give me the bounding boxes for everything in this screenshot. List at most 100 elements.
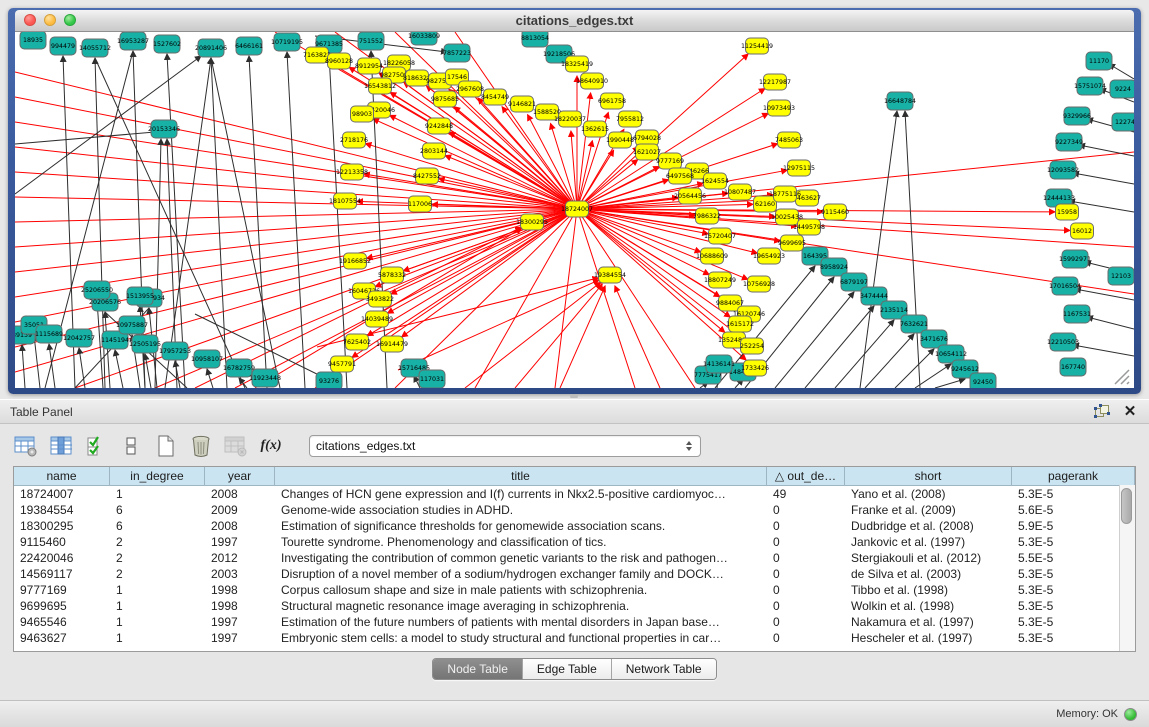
table-cell[interactable]: 2003 [205,566,275,582]
table-cell[interactable]: Disruption of a novel member of a sodium… [275,566,767,582]
new-document-icon[interactable] [153,434,179,458]
column-header-out-degree[interactable]: △ out_de… [767,467,845,485]
table-source-select[interactable]: citations_edges.txt [309,435,701,457]
table-cell[interactable]: 5.3E-5 [1012,630,1135,646]
table-cell[interactable]: Dudbridge et al. (2008) [845,518,1012,534]
column-header-name[interactable]: name [14,467,110,485]
table-cell[interactable]: 9777169 [14,582,110,598]
table-cell[interactable]: Stergiakouli et al. (2012) [845,550,1012,566]
table-row[interactable]: 911546021997Tourette syndrome. Phenomeno… [14,534,1135,550]
table-cell[interactable]: 22420046 [14,550,110,566]
network-window-titlebar[interactable]: citations_edges.txt [15,10,1134,32]
table-row[interactable]: 1872400712008Changes of HCN gene express… [14,486,1135,502]
table-cell[interactable]: 0 [767,502,845,518]
delete-icon[interactable] [188,434,214,458]
table-settings-icon[interactable] [13,434,39,458]
table-cell[interactable]: 9115460 [14,534,110,550]
table-cell[interactable]: 5.3E-5 [1012,614,1135,630]
table-cell[interactable]: de Silva et al. (2003) [845,566,1012,582]
table-cell[interactable]: 0 [767,534,845,550]
table-cell[interactable]: Estimation of significance thresholds fo… [275,518,767,534]
table-cell[interactable]: 5.3E-5 [1012,534,1135,550]
table-cell[interactable]: 49 [767,486,845,502]
table-cell[interactable]: Corpus callosum shape and size in male p… [275,582,767,598]
table-cell[interactable]: Changes of HCN gene expression and I(f) … [275,486,767,502]
table-row[interactable]: 1938455462009Genome-wide association stu… [14,502,1135,518]
table-cell[interactable]: 5.3E-5 [1012,598,1135,614]
table-cell[interactable]: 1997 [205,534,275,550]
table-cell[interactable]: 2008 [205,518,275,534]
table-cell[interactable]: 5.3E-5 [1012,582,1135,598]
table-cell[interactable]: Structural magnetic resonance image aver… [275,598,767,614]
float-panel-icon[interactable] [1093,404,1111,420]
column-header-short[interactable]: short [845,467,1012,485]
table-cell[interactable]: 1 [110,486,205,502]
table-cell[interactable]: Yano et al. (2008) [845,486,1012,502]
tab-edge-table[interactable]: Edge Table [523,659,612,679]
table-cell[interactable]: Estimation of the future numbers of pati… [275,614,767,630]
table-cell[interactable]: 0 [767,614,845,630]
table-cell[interactable]: 5.9E-5 [1012,518,1135,534]
close-panel-icon[interactable]: ✕ [1121,404,1139,420]
table-cell[interactable]: 5.3E-5 [1012,486,1135,502]
table-cell[interactable]: 0 [767,582,845,598]
table-cell[interactable]: 0 [767,630,845,646]
table-row[interactable]: 2242004622012Investigating the contribut… [14,550,1135,566]
rows-icon[interactable] [118,434,144,458]
column-header-title[interactable]: title [275,467,767,485]
table-cell[interactable]: 1 [110,614,205,630]
table-cell[interactable]: 5.3E-5 [1012,566,1135,582]
minimize-window-button[interactable] [44,14,56,26]
table-cell[interactable]: 2012 [205,550,275,566]
table-cell[interactable]: 0 [767,550,845,566]
table-cell[interactable]: 14569117 [14,566,110,582]
table-cell[interactable]: 1997 [205,630,275,646]
table-cell[interactable]: 1 [110,598,205,614]
table-cell[interactable]: 18300295 [14,518,110,534]
table-scrollbar-thumb[interactable] [1121,488,1132,524]
table-cell[interactable]: 1 [110,630,205,646]
table-cell[interactable]: 5.5E-5 [1012,550,1135,566]
table-row[interactable]: 946362711997Embryonic stem cells: a mode… [14,630,1135,646]
table-cell[interactable]: 18724007 [14,486,110,502]
table-cell[interactable]: 9463627 [14,630,110,646]
resize-grip-icon[interactable] [1115,370,1129,384]
table-cell[interactable]: 0 [767,566,845,582]
table-cell[interactable]: Hescheler et al. (1997) [845,630,1012,646]
table-cell[interactable]: 0 [767,598,845,614]
table-cell[interactable]: Wolkin et al. (1998) [845,598,1012,614]
table-cell[interactable]: 2008 [205,486,275,502]
table-cell[interactable]: 2 [110,566,205,582]
table-cell[interactable]: 2 [110,534,205,550]
table-cell[interactable]: Jankovic et al. (1997) [845,534,1012,550]
select-all-checks-icon[interactable] [83,434,109,458]
table-cell[interactable]: 1 [110,582,205,598]
table-cell[interactable]: Embryonic stem cells: a model to study s… [275,630,767,646]
table-cell[interactable]: 6 [110,502,205,518]
table-cell[interactable]: Tourette syndrome. Phenomenology and cla… [275,534,767,550]
tab-network-table[interactable]: Network Table [612,659,716,679]
tab-node-table[interactable]: Node Table [433,659,523,679]
table-row[interactable]: 946554611997Estimation of the future num… [14,614,1135,630]
network-canvas-svg[interactable]: 1893599447914055712169532871527602208914… [15,32,1134,388]
network-canvas[interactable]: 1893599447914055712169532871527602208914… [15,32,1134,388]
table-cell[interactable]: 2009 [205,502,275,518]
table-cell[interactable]: 9699695 [14,598,110,614]
table-cell[interactable]: Investigating the contribution of common… [275,550,767,566]
table-row[interactable]: 977716911998Corpus callosum shape and si… [14,582,1135,598]
table-cell[interactable]: 2 [110,550,205,566]
table-cell[interactable]: 1998 [205,598,275,614]
table-cell[interactable]: 0 [767,518,845,534]
memory-status-indicator-icon[interactable] [1124,708,1137,721]
table-cell[interactable]: Genome-wide association studies in ADHD. [275,502,767,518]
function-icon[interactable]: f(x) [258,434,284,458]
table-cell[interactable]: 1997 [205,614,275,630]
table-scrollbar[interactable] [1119,485,1135,651]
table-cell[interactable]: 9465546 [14,614,110,630]
column-header-in-degree[interactable]: in_degree [110,467,205,485]
table-cell[interactable]: Nakamura et al. (1997) [845,614,1012,630]
column-header-pagerank[interactable]: pagerank [1012,467,1135,485]
table-column-icon[interactable] [48,434,74,458]
table-cell[interactable]: 5.6E-5 [1012,502,1135,518]
table-cell[interactable]: 6 [110,518,205,534]
